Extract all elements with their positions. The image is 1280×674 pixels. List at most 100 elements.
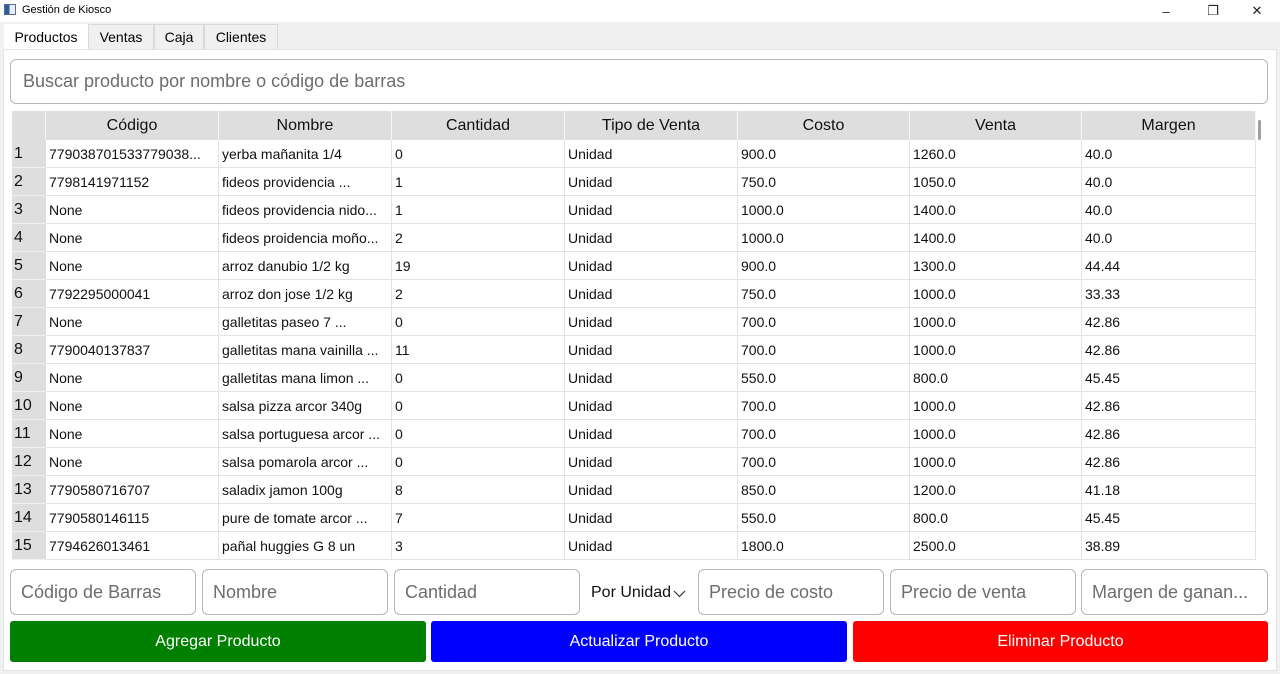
tab-caja[interactable]: Caja [154,24,204,49]
cell-margen[interactable]: 40.0 [1082,224,1256,252]
cell-cantidad[interactable]: 8 [392,476,565,504]
table-scrollbar[interactable] [1258,120,1261,140]
cell-codigo[interactable]: None [46,252,219,280]
cell-costo[interactable]: 1000.0 [738,224,910,252]
table-row[interactable]: 14 7790580146115 pure de tomate arcor ... 7… [12,504,1256,532]
cell-cantidad[interactable]: 19 [392,252,565,280]
cell-margen[interactable]: 33.33 [1082,280,1256,308]
table-row[interactable]: 7 None galletitas paseo 7 ... 0 Unidad 700.0 1… [12,308,1256,336]
cell-costo[interactable]: 700.0 [738,448,910,476]
delete-product-button[interactable]: Eliminar Producto [853,621,1268,662]
cell-margen[interactable]: 40.0 [1082,140,1256,168]
row-number[interactable]: 2 [12,168,46,196]
row-number[interactable]: 10 [12,392,46,420]
cell-venta[interactable]: 1050.0 [910,168,1082,196]
cell-nombre[interactable]: pure de tomate arcor ... [219,504,392,532]
cell-tipo-venta[interactable]: Unidad [565,308,738,336]
table-row[interactable]: 4 None fideos proidencia moño... 2 Unidad 100… [12,224,1256,252]
cell-cantidad[interactable]: 3 [392,532,565,560]
tab-clientes[interactable]: Clientes [204,24,278,49]
cell-venta[interactable]: 1000.0 [910,420,1082,448]
cell-nombre[interactable]: fideos proidencia moño... [219,224,392,252]
cell-nombre[interactable]: salsa portuguesa arcor ... [219,420,392,448]
cell-costo[interactable]: 700.0 [738,392,910,420]
cell-codigo[interactable]: None [46,196,219,224]
cell-codigo[interactable]: 7790040137837 [46,336,219,364]
cell-nombre[interactable]: arroz danubio 1/2 kg [219,252,392,280]
cell-tipo-venta[interactable]: Unidad [565,392,738,420]
close-button[interactable]: ✕ [1234,0,1280,22]
table-row[interactable]: 5 None arroz danubio 1/2 kg 19 Unidad 900.0 13… [12,252,1256,280]
cell-cantidad[interactable]: 11 [392,336,565,364]
cell-cantidad[interactable]: 2 [392,280,565,308]
cell-codigo[interactable]: 7794626013461 [46,532,219,560]
cell-cantidad[interactable]: 0 [392,140,565,168]
cell-nombre[interactable]: fideos providencia nido... [219,196,392,224]
row-number[interactable]: 7 [12,308,46,336]
cell-codigo[interactable]: 7790580716707 [46,476,219,504]
cell-margen[interactable]: 42.86 [1082,420,1256,448]
cell-margen[interactable]: 38.89 [1082,532,1256,560]
cell-tipo-venta[interactable]: Unidad [565,224,738,252]
cell-costo[interactable]: 750.0 [738,168,910,196]
cell-costo[interactable]: 1000.0 [738,196,910,224]
cell-tipo-venta[interactable]: Unidad [565,364,738,392]
table-row[interactable]: 12 None salsa pomarola arcor ... 0 Unidad 700… [12,448,1256,476]
column-header-costo[interactable]: Costo [738,111,910,140]
cell-margen[interactable]: 44.44 [1082,252,1256,280]
sale-price-field[interactable]: Precio de venta [890,569,1076,615]
column-header-tipo-venta[interactable]: Tipo de Venta [565,111,738,140]
table-row[interactable]: 15 7794626013461 pañal huggies G 8 un 3 Unid… [12,532,1256,560]
cell-cantidad[interactable]: 0 [392,392,565,420]
cell-codigo[interactable]: 7798141971152 [46,168,219,196]
cell-costo[interactable]: 850.0 [738,476,910,504]
table-row[interactable]: 3 None fideos providencia nido... 1 Unidad 10… [12,196,1256,224]
table-row[interactable]: 1 779038701533779038... yerba mañanita 1/4… [12,140,1256,168]
cell-venta[interactable]: 800.0 [910,504,1082,532]
row-number[interactable]: 9 [12,364,46,392]
cell-codigo[interactable]: None [46,224,219,252]
cell-codigo[interactable]: None [46,420,219,448]
cell-venta[interactable]: 1000.0 [910,280,1082,308]
cell-codigo[interactable]: None [46,392,219,420]
cell-tipo-venta[interactable]: Unidad [565,420,738,448]
cell-venta[interactable]: 1000.0 [910,392,1082,420]
barcode-field[interactable]: Código de Barras [10,569,196,615]
cell-costo[interactable]: 550.0 [738,504,910,532]
cell-venta[interactable]: 1000.0 [910,308,1082,336]
cell-nombre[interactable]: galletitas paseo 7 ... [219,308,392,336]
name-field[interactable]: Nombre [202,569,388,615]
row-number[interactable]: 12 [12,448,46,476]
sale-type-select[interactable]: Por Unidad [587,578,690,608]
cell-costo[interactable]: 700.0 [738,308,910,336]
cell-margen[interactable]: 42.86 [1082,448,1256,476]
cell-nombre[interactable]: salsa pizza arcor 340g [219,392,392,420]
cost-price-field[interactable]: Precio de costo [698,569,884,615]
row-number[interactable]: 6 [12,280,46,308]
column-header-venta[interactable]: Venta [910,111,1082,140]
cell-codigo[interactable]: 7790580146115 [46,504,219,532]
column-header-codigo[interactable]: Código [46,111,219,140]
minimize-button[interactable]: – [1143,0,1189,22]
products-table[interactable]: Código Nombre Cantidad Tipo de Venta Costo Ve… [12,111,1256,562]
row-number[interactable]: 8 [12,336,46,364]
cell-margen[interactable]: 42.86 [1082,308,1256,336]
quantity-field[interactable]: Cantidad [394,569,580,615]
cell-cantidad[interactable]: 1 [392,168,565,196]
cell-margen[interactable]: 42.86 [1082,392,1256,420]
restore-button[interactable]: ❐ [1190,0,1236,22]
cell-tipo-venta[interactable]: Unidad [565,168,738,196]
cell-nombre[interactable]: arroz don jose 1/2 kg [219,280,392,308]
cell-margen[interactable]: 40.0 [1082,196,1256,224]
cell-costo[interactable]: 750.0 [738,280,910,308]
cell-nombre[interactable]: galletitas mana vainilla ... [219,336,392,364]
cell-nombre[interactable]: saladix jamon 100g [219,476,392,504]
table-row[interactable]: 13 7790580716707 saladix jamon 100g 8 Unidad… [12,476,1256,504]
cell-codigo[interactable]: None [46,364,219,392]
cell-venta[interactable]: 2500.0 [910,532,1082,560]
cell-tipo-venta[interactable]: Unidad [565,476,738,504]
column-header-cantidad[interactable]: Cantidad [392,111,565,140]
row-number[interactable]: 1 [12,140,46,168]
cell-codigo[interactable]: 7792295000041 [46,280,219,308]
cell-tipo-venta[interactable]: Unidad [565,280,738,308]
